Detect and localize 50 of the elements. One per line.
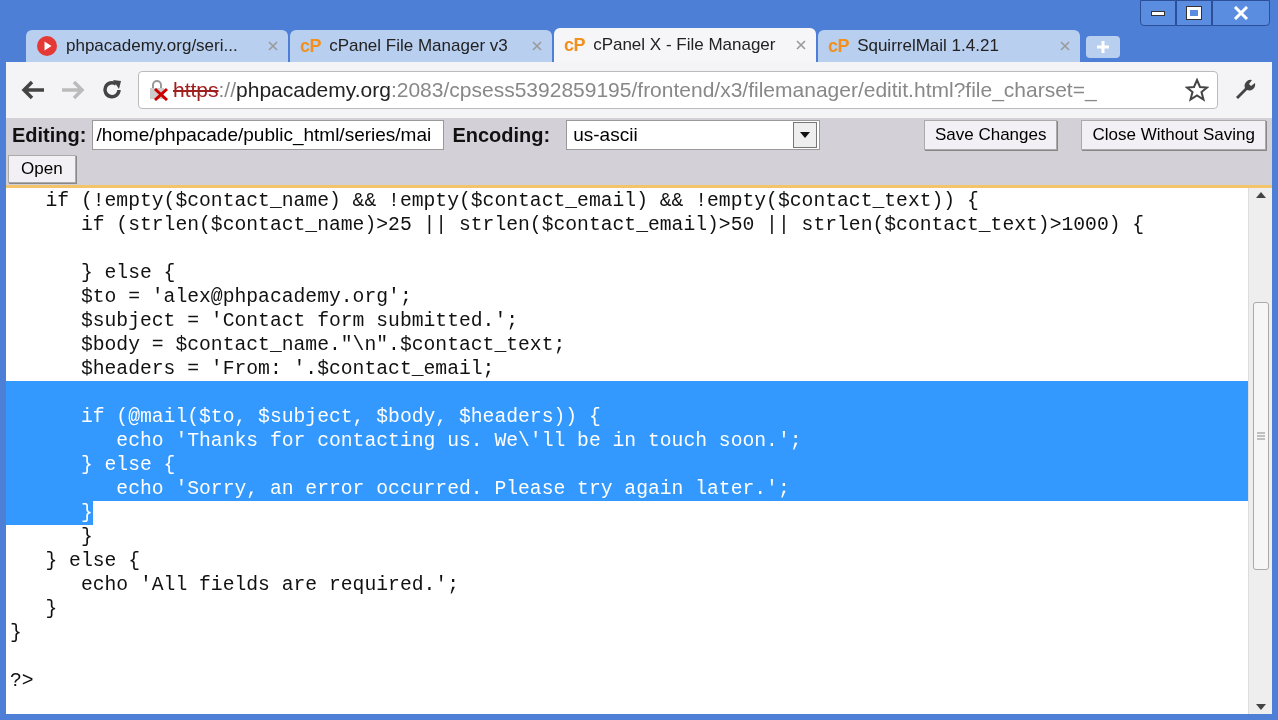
browser-tab[interactable]: cP SquirrelMail 1.4.21: [818, 30, 1080, 62]
close-icon[interactable]: [796, 40, 806, 50]
encoding-label: Encoding:: [452, 123, 551, 148]
address-bar[interactable]: https://phpacademy.org:2083/cpsess5392859195/frontend/x3/filemanager/editit.html?file_charset=_: [138, 71, 1218, 109]
code-line: }: [79, 525, 93, 549]
code-line: echo 'All fields are required.';: [79, 573, 459, 597]
code-line: }: [10, 621, 22, 645]
close-button[interactable]: [1212, 0, 1270, 26]
tab-title: cPanel File Manager v3: [329, 35, 509, 58]
code-line: $to = 'alex@phpacademy.org';: [79, 285, 412, 309]
open-button[interactable]: Open: [8, 154, 76, 183]
editing-label: Editing:: [12, 123, 87, 148]
close-without-saving-button[interactable]: Close Without Saving: [1081, 120, 1266, 150]
cpanel-logo: cP: [564, 36, 586, 54]
close-icon: [1233, 6, 1249, 20]
plus-icon: [1096, 40, 1110, 54]
play-icon: [36, 35, 58, 57]
code-line: } else {: [79, 453, 176, 477]
save-changes-button[interactable]: Save Changes: [923, 120, 1058, 150]
browser-tab[interactable]: cP cPanel File Manager v3: [290, 30, 552, 62]
tab-title: phpacademy.org/seri...: [66, 35, 239, 58]
code-line: if (@mail($to, $subject, $body, $headers)) {: [79, 405, 601, 429]
code-line: if (strlen($contact_name)>25 || strlen($contact_email)>50 || strlen($contact_text)>1000) {: [79, 213, 1145, 237]
code-line: $body = $contact_name."\n".$contact_text;: [79, 333, 566, 357]
tab-title: cPanel X - File Manager: [593, 34, 777, 57]
code-line: }: [44, 597, 58, 621]
minimize-button[interactable]: [1140, 0, 1176, 26]
star-icon[interactable]: [1185, 78, 1209, 102]
code-line: echo 'Thanks for contacting us. We\'ll be in touch soon.';: [115, 429, 802, 453]
dropdown-arrow-icon: [800, 132, 811, 138]
code-line: if (!empty($contact_name) && !empty($contact_email) && !empty($contact_text)) {: [44, 189, 979, 213]
cpanel-logo: cP: [300, 37, 322, 55]
browser-tab[interactable]: phpacademy.org/seri...: [26, 30, 288, 62]
code-line: $headers = 'From: '.$contact_email;: [79, 357, 495, 381]
encoding-dropdown[interactable]: us-ascii: [566, 120, 821, 150]
scrollbar-thumb[interactable]: [1252, 302, 1269, 570]
code-line: ?>: [10, 669, 34, 693]
code-line: } else {: [79, 261, 176, 285]
scrollbar[interactable]: [1248, 188, 1272, 714]
code-line: echo 'Sorry, an error occurred. Please try again later.';: [115, 477, 790, 501]
maximize-button[interactable]: [1176, 0, 1212, 26]
cpanel-logo: cP: [828, 37, 850, 55]
tab-title: SquirrelMail 1.4.21: [857, 35, 1000, 58]
grip-icon: [1256, 432, 1265, 440]
url-text: https://phpacademy.org:2083/cpsess5392859195/frontend/x3/filemanager/editit.html?file_charset=_: [173, 77, 1098, 104]
file-path-field[interactable]: /home/phpacade/public_html/series/mai: [92, 120, 445, 150]
code-line: } else {: [44, 549, 140, 573]
back-icon[interactable]: [20, 79, 46, 101]
code-line: $subject = 'Contact form submitted.';: [79, 309, 519, 333]
browser-tab[interactable]: cP cPanel X - File Manager: [554, 28, 816, 62]
